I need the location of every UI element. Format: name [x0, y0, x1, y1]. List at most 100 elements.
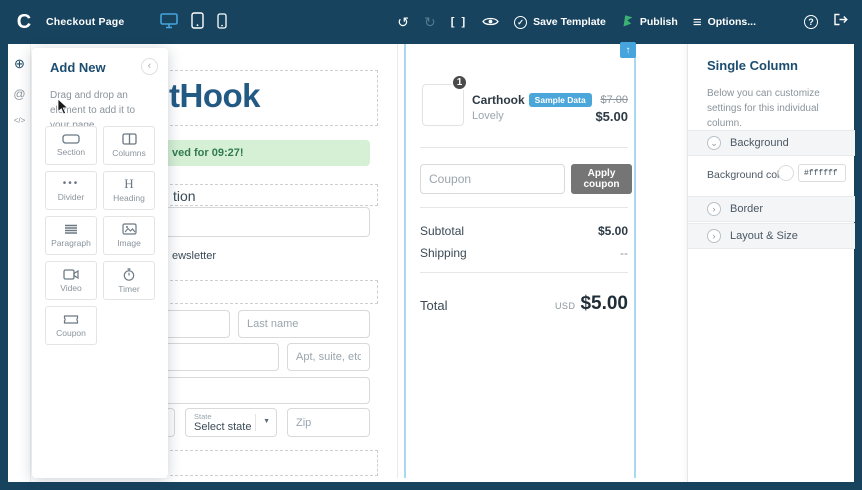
- product-variant: Lovely: [472, 110, 504, 122]
- carthook-logo: C: [16, 10, 32, 33]
- tools-sidebar: ⊕ @ </>: [8, 44, 31, 482]
- state-select-value: Select state: [194, 421, 252, 433]
- code-icon[interactable]: </>: [8, 116, 31, 125]
- state-caret-icon: ▼: [263, 418, 270, 425]
- last-name-field[interactable]: [238, 310, 370, 338]
- product-title-row: Carthook Sample Data: [472, 93, 592, 107]
- shipping-value: --: [620, 246, 628, 260]
- divider-icon: •••: [62, 178, 80, 189]
- image-icon: [121, 223, 137, 235]
- store-heading-text: tHook: [169, 77, 261, 114]
- coupon-field[interactable]: [420, 164, 565, 194]
- selected-column-left-border: [404, 44, 406, 478]
- app-window: C Checkout Page ↺ ↻ [ ] ✓ Save Template: [0, 0, 862, 490]
- sale-price: $5.00: [595, 109, 628, 124]
- apply-coupon-button[interactable]: Apply coupon: [571, 164, 632, 194]
- desktop-preview-icon[interactable]: [160, 13, 178, 34]
- state-select[interactable]: State Select state ▼: [185, 408, 277, 437]
- navbar-left: C Checkout Page: [12, 10, 125, 34]
- collapse-panel-button[interactable]: ‹: [141, 58, 158, 75]
- mobile-preview-icon[interactable]: [217, 13, 227, 34]
- total-label: Total: [420, 298, 448, 313]
- contact-heading-text: tion: [173, 188, 196, 204]
- summary-divider-3: [420, 272, 628, 273]
- settings-panel: Single Column Below you can customize se…: [687, 44, 855, 482]
- tile-divider[interactable]: ••• Divider: [45, 171, 97, 210]
- total-value: $5.00: [580, 293, 628, 314]
- apt-input[interactable]: [287, 343, 370, 371]
- tile-image[interactable]: Image: [103, 216, 155, 255]
- shipping-label: Shipping: [420, 246, 467, 260]
- redo-icon: ↻: [424, 14, 436, 30]
- options-menu-icon: ≡: [692, 13, 702, 31]
- layout-size-accordion-label: Layout & Size: [730, 230, 798, 242]
- background-color-swatch[interactable]: [778, 165, 794, 181]
- apt-field[interactable]: [287, 343, 370, 371]
- columns-icon: [121, 133, 137, 145]
- tile-section[interactable]: Section: [45, 126, 97, 165]
- tile-video[interactable]: Video: [45, 261, 97, 300]
- fullscreen-icon[interactable]: [ ]: [451, 12, 467, 32]
- section-icon: [62, 134, 80, 144]
- navbar-actions: ↺ ↻ [ ] ✓ Save Template Publish ≡ Option…: [397, 12, 848, 32]
- tile-label: Coupon: [56, 327, 86, 338]
- settings-title: Single Column: [707, 58, 798, 73]
- publish-flag-icon: [621, 14, 634, 30]
- publish-label: Publish: [639, 16, 678, 28]
- device-preview-switcher: [160, 12, 227, 34]
- help-icon[interactable]: ?: [804, 15, 818, 29]
- summary-divider-2: [420, 207, 628, 208]
- tile-coupon[interactable]: Coupon: [45, 306, 97, 345]
- settings-description: Below you can customize settings for thi…: [707, 88, 820, 129]
- last-name-input[interactable]: [238, 310, 370, 338]
- background-color-input[interactable]: [798, 164, 846, 182]
- select-parent-button[interactable]: ↑: [620, 42, 636, 58]
- background-accordion-label: Background: [730, 137, 789, 149]
- tile-heading[interactable]: H Heading: [103, 171, 155, 210]
- heading-icon: H: [124, 176, 134, 191]
- zip-input[interactable]: [287, 408, 370, 437]
- tile-paragraph[interactable]: Paragraph: [45, 216, 97, 255]
- newsletter-label[interactable]: ewsletter: [172, 250, 216, 262]
- timer-icon: [123, 267, 135, 281]
- undo-icon[interactable]: ↺: [397, 12, 409, 32]
- border-accordion[interactable]: › Border: [688, 196, 855, 222]
- tile-label: Section: [56, 147, 86, 157]
- state-select-divider: [255, 414, 256, 431]
- compare-price: $7.00: [600, 94, 628, 106]
- save-template-label: Save Template: [533, 16, 606, 28]
- state-select-label: State: [194, 412, 212, 421]
- tile-label: Video: [60, 282, 82, 293]
- apply-coupon[interactable]: Apply coupon: [571, 164, 632, 194]
- background-color-label: Background color: [707, 169, 789, 181]
- tablet-preview-icon[interactable]: [191, 12, 204, 34]
- currency-code: USD: [554, 301, 576, 311]
- save-template-button[interactable]: ✓ Save Template: [514, 15, 606, 29]
- chevron-right-icon: ›: [707, 229, 721, 243]
- options-button[interactable]: ≡ Options...: [693, 14, 756, 31]
- selected-column-right-border: [634, 44, 636, 478]
- publish-button[interactable]: Publish: [621, 14, 678, 30]
- tile-columns[interactable]: Columns: [103, 126, 155, 165]
- tile-label: Timer: [118, 283, 140, 294]
- video-icon: [63, 268, 79, 280]
- coupon-icon: [63, 314, 79, 325]
- add-element-icon[interactable]: ⊕: [8, 56, 31, 72]
- background-accordion[interactable]: ⌄ Background: [688, 130, 855, 156]
- quantity-badge: 1: [451, 74, 468, 91]
- tile-label: Divider: [57, 192, 85, 202]
- top-navbar: C Checkout Page ↺ ↻ [ ] ✓ Save Template: [0, 0, 862, 44]
- options-label: Options...: [707, 16, 756, 28]
- mention-icon[interactable]: @: [8, 87, 31, 101]
- save-check-icon: ✓: [514, 15, 528, 29]
- preview-eye-icon[interactable]: [482, 12, 499, 32]
- tile-timer[interactable]: Timer: [103, 261, 155, 300]
- coupon-input[interactable]: [420, 164, 565, 194]
- zip-field[interactable]: [287, 408, 370, 437]
- layout-size-accordion[interactable]: › Layout & Size: [688, 223, 855, 249]
- border-accordion-label: Border: [730, 203, 764, 215]
- exit-icon[interactable]: [833, 13, 848, 31]
- tile-label: Paragraph: [51, 237, 91, 248]
- subtotal-label: Subtotal: [420, 224, 465, 238]
- tile-label: Image: [117, 238, 141, 248]
